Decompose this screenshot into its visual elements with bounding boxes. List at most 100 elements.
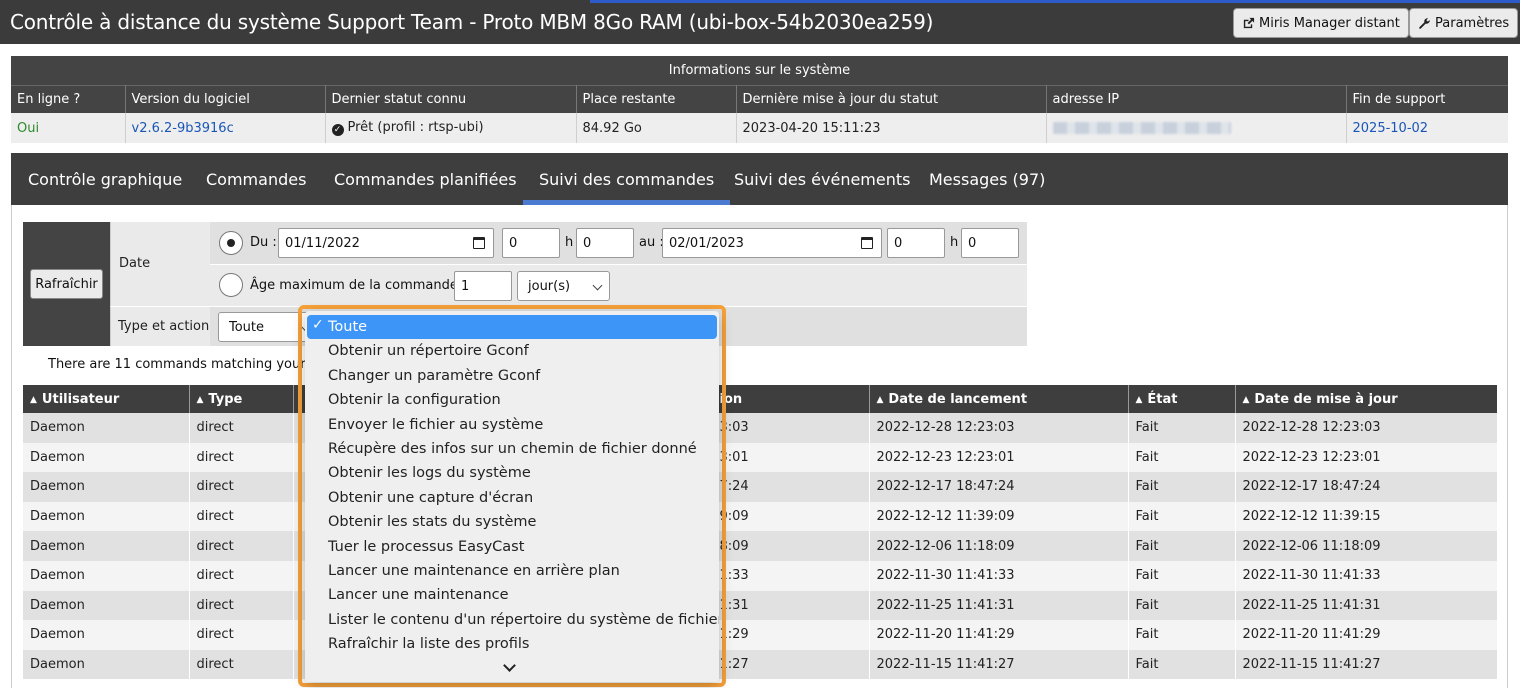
table-row: Daemon direct 1:29 2022-11-20 11:41:29 Fait 2…: [23, 620, 1498, 650]
age-unit-select[interactable]: jour(s): [517, 271, 610, 301]
top-bar: Contrôle à distance du système Support T…: [0, 0, 1520, 44]
table-cell: 2022-11-20 11:41:29: [869, 620, 1129, 650]
table-cell: 2022-12-23 12:23:01: [1235, 442, 1498, 473]
last-update-value: 2023-04-20 15:11:23: [736, 113, 1047, 143]
table-cell: Daemon: [23, 590, 190, 621]
table-row: Daemon direct 1:31 2022-11-25 11:41:31 Fait 2…: [23, 590, 1498, 621]
refresh-button[interactable]: Rafraîchir: [30, 269, 103, 299]
sort-icon: ▲: [1242, 394, 1250, 405]
to-hour-input[interactable]: 0: [887, 228, 945, 258]
table-cell: direct: [189, 620, 294, 650]
dropdown-option[interactable]: Lancer une maintenance en arrière plan: [307, 559, 717, 583]
tab-messages[interactable]: Messages (97): [929, 153, 1045, 205]
table-row: Daemon direct 8:09 2022-12-06 11:18:09 Fait 2…: [23, 531, 1498, 561]
table-cell: 2022-12-17 18:47:24: [869, 472, 1129, 502]
table-row: Daemon direct 7:24 2022-12-17 18:47:24 Fait 2…: [23, 472, 1498, 502]
table-cell: 2022-11-25 11:41:31: [869, 590, 1129, 621]
to-date-input[interactable]: 02/01/2023: [662, 228, 882, 258]
end-support-link[interactable]: 2025-10-02: [1346, 113, 1508, 143]
col-status: Dernier statut connu: [325, 84, 577, 113]
dropdown-option-label: Obtenir un répertoire Gconf: [328, 343, 529, 360]
col-ip: adresse IP: [1046, 84, 1347, 113]
from-date-value: 01/11/2022: [285, 235, 360, 251]
table-cell: direct: [189, 501, 294, 532]
status-value: Prêt (profil : rtsp-ubi): [347, 120, 484, 135]
table-cell: Daemon: [23, 472, 190, 502]
table-cell: 2022-12-28 12:23:03: [869, 413, 1129, 443]
tab-commands[interactable]: Commandes: [206, 153, 306, 205]
col-user-header[interactable]: ▲ Utilisateur: [23, 385, 190, 413]
table-cell: direct: [189, 590, 294, 621]
from-hour-input[interactable]: 0: [502, 228, 560, 258]
checkmark-icon: ✓: [312, 317, 324, 333]
col-space: Place restante: [576, 84, 737, 113]
date-range-radio[interactable]: [219, 231, 243, 255]
table-cell: Daemon: [23, 531, 190, 561]
tab-graphic-control[interactable]: Contrôle graphique: [28, 153, 182, 205]
settings-button[interactable]: Paramètres: [1409, 8, 1519, 38]
tab-bar: Contrôle graphique Commandes Commandes p…: [11, 153, 1508, 205]
miris-manager-label: Miris Manager distant: [1259, 15, 1400, 31]
scroll-down-chevron-icon[interactable]: [503, 659, 516, 672]
col-state-header[interactable]: ▲ État: [1128, 385, 1236, 413]
calendar-icon: [861, 237, 873, 249]
dropdown-option[interactable]: Obtenir une capture d'écran: [307, 486, 717, 510]
table-cell: Daemon: [23, 560, 190, 591]
dropdown-option[interactable]: Obtenir la configuration: [307, 388, 717, 412]
hour-separator: h: [565, 235, 574, 250]
table-cell: 2022-12-12 11:39:15: [1235, 501, 1498, 532]
dropdown-option-label: Lancer une maintenance: [328, 587, 509, 604]
dropdown-option[interactable]: Récupère des infos sur un chemin de fich…: [307, 437, 717, 461]
top-accent-line: [0, 0, 1520, 3]
miris-manager-button[interactable]: Miris Manager distant: [1233, 8, 1409, 38]
system-info-table: Informations sur le système En ligne ? V…: [11, 56, 1508, 143]
sort-icon: ▲: [30, 394, 37, 405]
dropdown-option[interactable]: Obtenir les logs du système: [307, 461, 717, 485]
col-type-header[interactable]: ▲ Type: [189, 385, 294, 413]
dropdown-option[interactable]: ✓ Toute: [307, 315, 717, 339]
tab-event-tracking[interactable]: Suivi des événements: [734, 153, 910, 205]
max-age-radio[interactable]: [219, 273, 243, 297]
settings-label: Paramètres: [1435, 15, 1510, 31]
col-end-support: Fin de support: [1346, 84, 1508, 113]
dropdown-option[interactable]: Obtenir les stats du système: [307, 510, 717, 534]
to-minute-input[interactable]: 0: [961, 228, 1019, 258]
max-age-input[interactable]: 1: [454, 271, 512, 301]
col-online: En ligne ?: [11, 84, 126, 113]
table-cell: direct: [189, 472, 294, 502]
col-version: Version du logiciel: [125, 84, 326, 113]
dropdown-option[interactable]: Tuer le processus EasyCast: [307, 535, 717, 559]
version-link[interactable]: v2.6.2-9b3916c: [125, 113, 326, 143]
tab-scheduled-commands[interactable]: Commandes planifiées: [334, 153, 517, 205]
from-date-input[interactable]: 01/11/2022: [278, 228, 494, 258]
dropdown-option-label: Envoyer le fichier au système: [328, 416, 544, 433]
col-launch-date-header[interactable]: ▲ Date de lancement: [869, 385, 1129, 413]
table-row: Daemon direct 1:33 2022-11-30 11:41:33 Fait 2…: [23, 560, 1498, 591]
dropdown-option[interactable]: Lancer une maintenance: [307, 583, 717, 607]
dropdown-option[interactable]: Rafraîchir la liste des profils: [307, 632, 717, 656]
table-cell: Fait: [1128, 413, 1236, 443]
dropdown-option[interactable]: Envoyer le fichier au système: [307, 413, 717, 437]
dropdown-option[interactable]: Changer un paramètre Gconf: [307, 364, 717, 388]
to-label: au :: [639, 235, 664, 250]
table-cell: Fait: [1128, 472, 1236, 502]
col-update-date-header[interactable]: ▲ Date de mise à jour: [1235, 385, 1497, 413]
age-unit-value: jour(s): [528, 278, 571, 294]
col-last-update: Dernière mise à jour du statut: [736, 84, 1047, 113]
status-cell: ✓ Prêt (profil : rtsp-ubi): [325, 113, 577, 143]
ip-value-blurred: [1046, 113, 1347, 143]
dropdown-option[interactable]: Lister le contenu d'un répertoire du sys…: [307, 608, 719, 632]
type-action-dropdown: Rafraîchir la liste des profils Lister le…: [305, 311, 719, 682]
table-cell: direct: [189, 649, 294, 680]
table-cell: Fait: [1128, 590, 1236, 621]
from-minute-input[interactable]: 0: [576, 228, 634, 258]
table-cell: 2022-11-25 11:41:31: [1235, 590, 1498, 621]
page-title: Contrôle à distance du système Support T…: [10, 10, 934, 34]
dropdown-option-label: Récupère des infos sur un chemin de fich…: [328, 441, 697, 457]
dropdown-option-label: Lancer une maintenance en arrière plan: [328, 563, 620, 579]
table-cell: direct: [189, 442, 294, 473]
sort-icon: ▲: [1135, 394, 1143, 405]
tab-command-tracking[interactable]: Suivi des commandes: [522, 153, 731, 205]
dropdown-option[interactable]: Obtenir un répertoire Gconf: [307, 339, 717, 363]
table-row: Daemon direct 3:01 2022-12-23 12:23:01 Fait 2…: [23, 442, 1498, 473]
